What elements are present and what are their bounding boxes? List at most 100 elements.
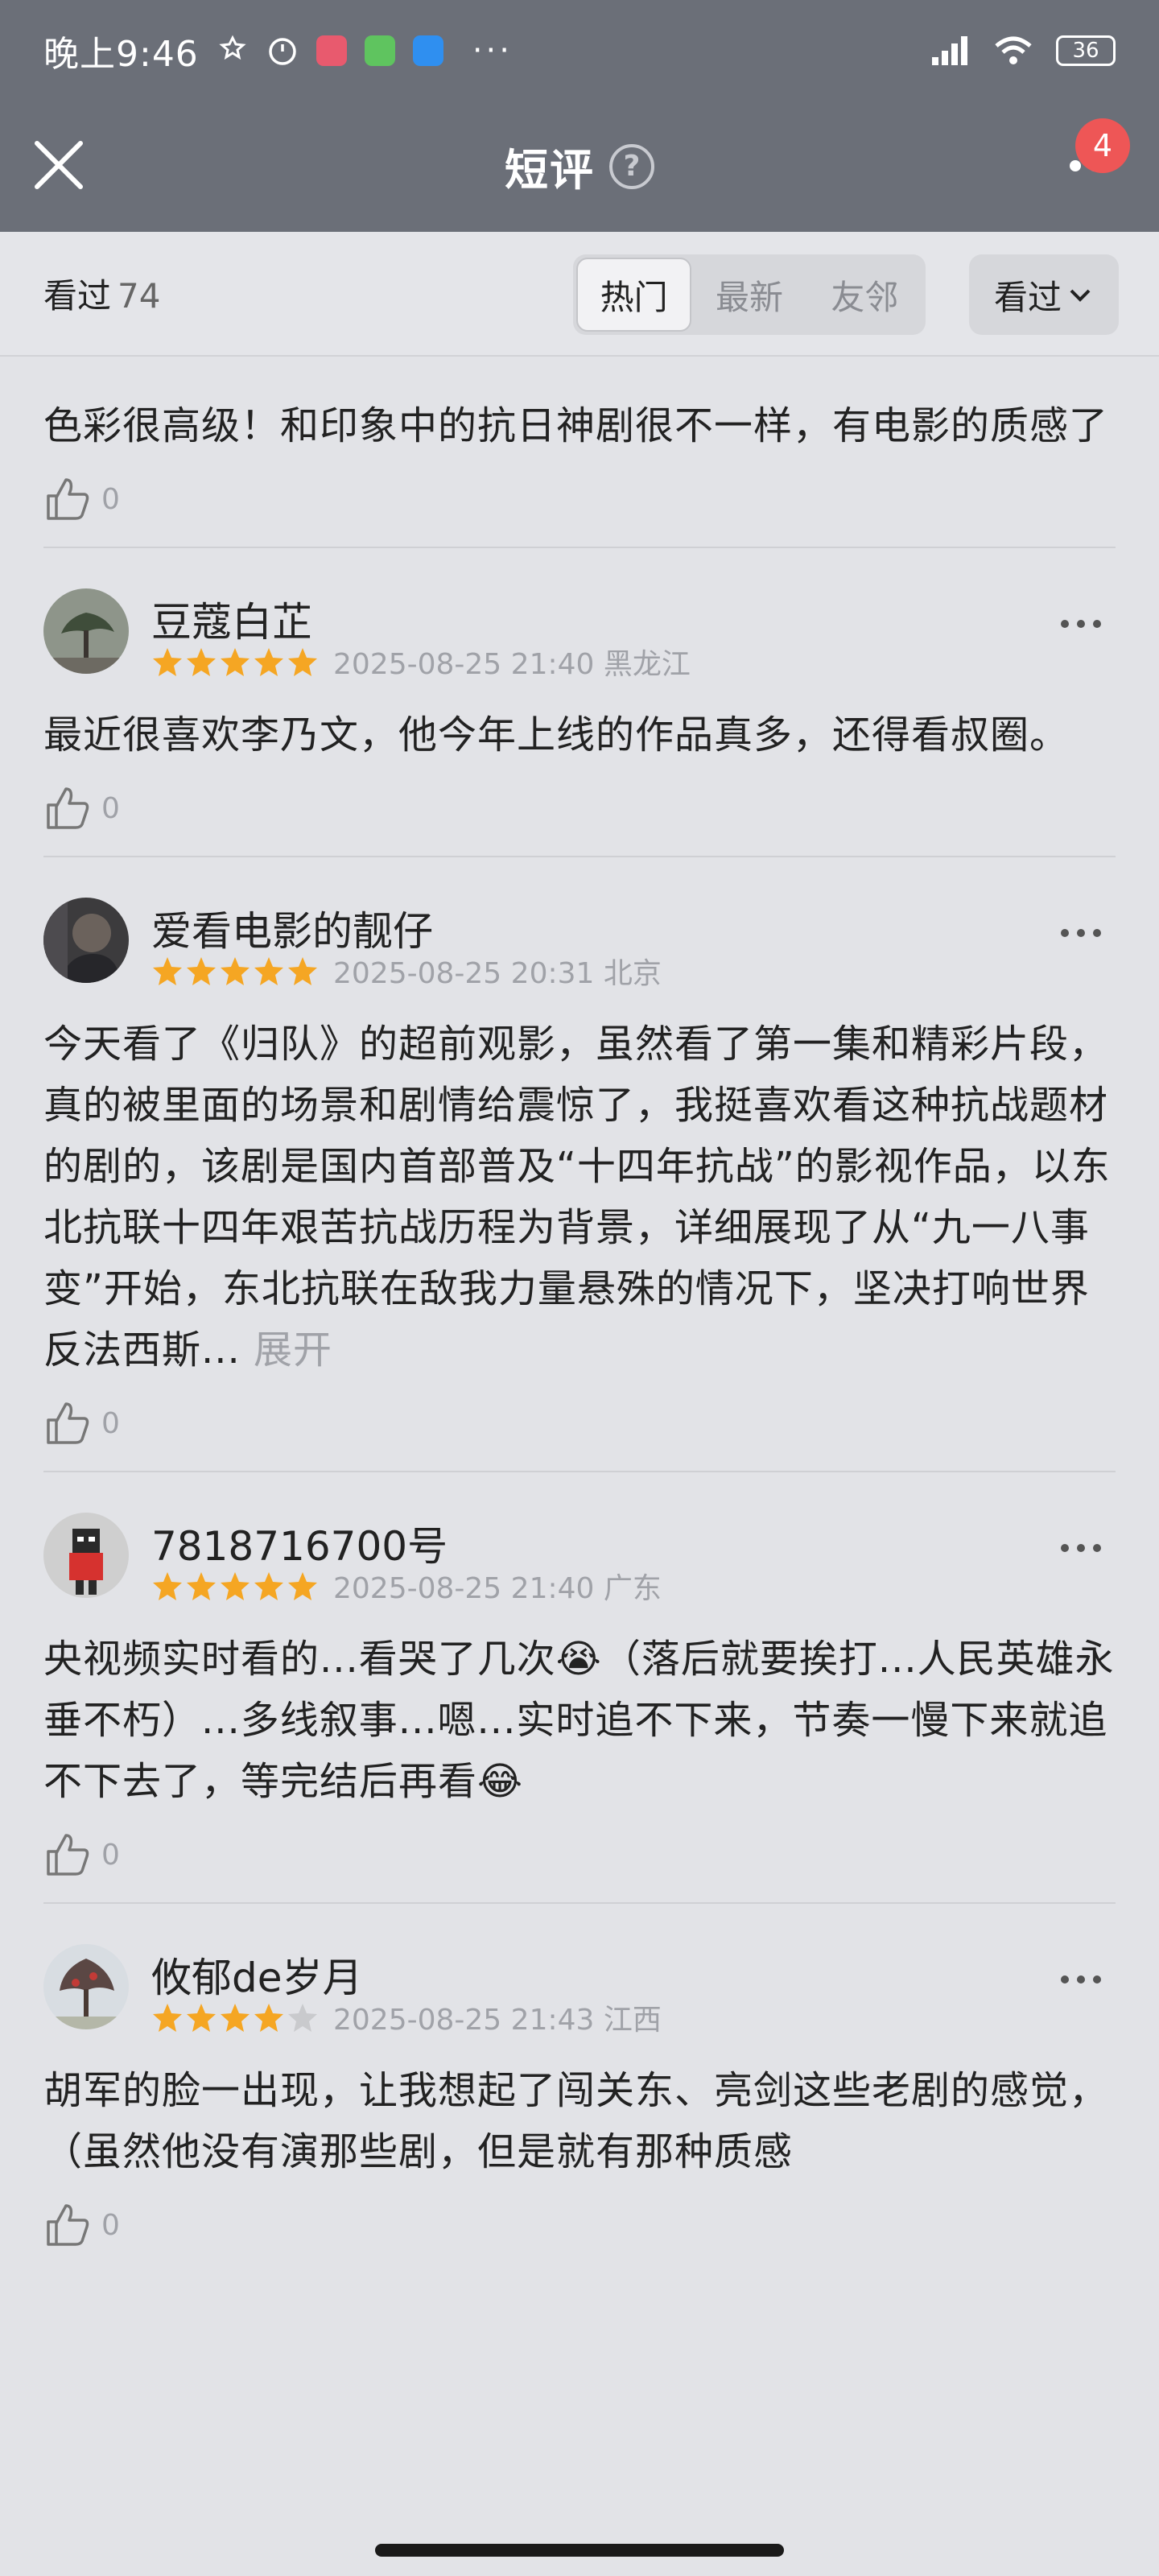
more-options-icon[interactable] [1059,616,1103,632]
seen-label: 看过 [43,276,112,316]
signal-icon [932,35,967,65]
avatar[interactable] [43,1944,129,2029]
nav-bar: 短评 ? 4 [0,101,1159,232]
wechat-icon [364,35,395,66]
star-icon [288,1572,317,1600]
more-notifications-icon: ··· [472,31,513,69]
system-icons: 36 [930,35,1116,67]
comment-item: 7818716700号 2025-08-25 21:40 广东 央视频实时看的.… [43,1472,1116,1904]
gear-icon [219,35,246,60]
blue-app-icon [412,35,443,66]
like-button[interactable]: 0 [43,1812,1116,1902]
star-icon [288,648,317,676]
thumbs-up-icon [47,2204,89,2246]
status-filter-dropdown[interactable]: 看过 [969,254,1119,335]
star-icon [153,2004,182,2032]
comment-header: 豆蔻白芷 2025-08-25 21:40 黑龙江 [43,548,1116,681]
comment-text: 央视频实时看的...看哭了几次😭（落后就要挨打...人民英雄永垂不朽）...多线… [43,1637,1115,1804]
like-count: 0 [101,1406,120,1440]
comment-time: 2025-08-25 20:31 北京 [333,957,662,990]
star-icon [254,957,283,985]
star-icon [254,1572,283,1600]
comment-text: 最近很喜欢李乃文，他今年上线的作品真多，还得看叔圈。 [43,712,1070,758]
app-screen: 晚上9:46 ··· 36 短评 ? 4 看过 74 热门 最新 友邻 看过 色… [0,0,1159,2576]
comment-meta: 2025-08-25 21:43 江西 [151,1996,662,2038]
tab-hot[interactable]: 热门 [576,258,692,332]
more-options-icon[interactable] [1059,1540,1103,1556]
comment-time: 2025-08-25 21:40 黑龙江 [333,648,691,681]
star-icon [187,2004,216,2032]
tab-latest[interactable]: 最新 [691,258,806,332]
battery-icon: 36 [1056,35,1116,66]
more-options-icon[interactable] [1059,1971,1103,1988]
battery-level: 36 [1072,38,1099,63]
comment-item: 色彩很高级！和印象中的抗日神剧很不一样，有电影的质感了 0 [43,357,1116,548]
star-icon [153,1572,182,1600]
help-icon[interactable]: ? [609,143,654,189]
comment-meta: 2025-08-25 21:40 广东 [151,1565,662,1607]
avatar[interactable] [43,1513,129,1598]
star-rating [151,1570,319,1602]
filter-bar: 看过 74 热门 最新 友邻 看过 [0,232,1159,357]
star-icon [187,957,216,985]
username[interactable]: 7818716700号 [151,1514,448,1572]
star-rating [151,646,319,678]
avatar[interactable] [43,898,129,983]
comment-item: 豆蔻白芷 2025-08-25 21:40 黑龙江 最近很喜欢李乃文，他今年上线… [43,548,1116,857]
star-icon [221,648,250,676]
star-icon [153,957,182,985]
star-rating [151,2001,319,2033]
status-bar: 晚上9:46 ··· 36 [0,0,1159,101]
expand-link[interactable]: 展开 [254,1327,332,1373]
close-icon[interactable] [31,137,87,193]
red-app-icon [316,35,347,66]
comment-header: 攸郁de岁月 2025-08-25 21:43 江西 [43,1904,1116,2037]
comment-body: 今天看了《归队》的超前观影，虽然看了第一集和精彩片段，真的被里面的场景和剧情给震… [43,1022,1111,1373]
star-icon [153,648,182,676]
comment-header: 7818716700号 2025-08-25 21:40 广东 [43,1472,1116,1605]
home-indicator[interactable] [375,2544,784,2557]
star-icon [221,2004,250,2032]
username[interactable]: 豆蔻白芷 [151,590,312,648]
username[interactable]: 爱看电影的靓仔 [151,899,433,957]
comment-item: 爱看电影的靓仔 2025-08-25 20:31 北京 今天看了《归队》的超前观… [43,857,1116,1472]
sort-tabs: 热门 最新 友邻 [573,254,926,335]
username[interactable]: 攸郁de岁月 [151,1946,363,2004]
like-count: 0 [101,1838,120,1872]
like-button[interactable]: 0 [43,766,1116,856]
thumbs-up-icon [47,478,89,520]
wifi-icon [995,36,1032,64]
comment-time: 2025-08-25 21:40 广东 [333,1572,662,1605]
thumbs-up-icon [47,787,89,829]
chevron-down-icon [1070,289,1091,302]
timer-icon [269,37,296,65]
avatar[interactable] [43,588,129,674]
star-rating [151,955,319,987]
seen-count: 看过 74 [43,269,160,318]
comment-header: 爱看电影的靓仔 2025-08-25 20:31 北京 [43,857,1116,990]
comment-meta: 2025-08-25 20:31 北京 [151,950,662,992]
like-button[interactable]: 0 [43,456,1116,547]
status-time: 晚上9:46 [43,33,199,75]
star-icon [254,2004,283,2032]
more-options-icon[interactable] [1059,925,1103,941]
like-count: 0 [101,791,120,825]
like-button[interactable]: 0 [43,1381,1116,1471]
comment-list: 色彩很高级！和印象中的抗日神剧很不一样，有电影的质感了 0 豆蔻白芷 2025-… [0,357,1159,2273]
comment-text: 胡军的脸一出现，让我想起了闯关东、亮剑这些老剧的感觉，（虽然他没有演那些剧，但是… [43,2068,1109,2174]
status-filter-label: 看过 [993,277,1062,317]
like-button[interactable]: 0 [43,2182,1116,2273]
seen-number: 74 [118,276,161,316]
thumbs-up-icon [47,1834,89,1876]
star-icon [221,957,250,985]
notification-icons: ··· [217,32,513,69]
comment-meta: 2025-08-25 21:40 黑龙江 [151,641,691,683]
star-icon [254,648,283,676]
tab-friends[interactable]: 友邻 [807,258,922,332]
star-icon [187,1572,216,1600]
notification-badge: 4 [1075,118,1130,173]
comment-item: 攸郁de岁月 2025-08-25 21:43 江西 胡军的脸一出现，让我想起了… [43,1904,1116,2273]
star-icon [288,2004,317,2032]
like-count: 0 [101,2208,120,2242]
star-icon [288,957,317,985]
